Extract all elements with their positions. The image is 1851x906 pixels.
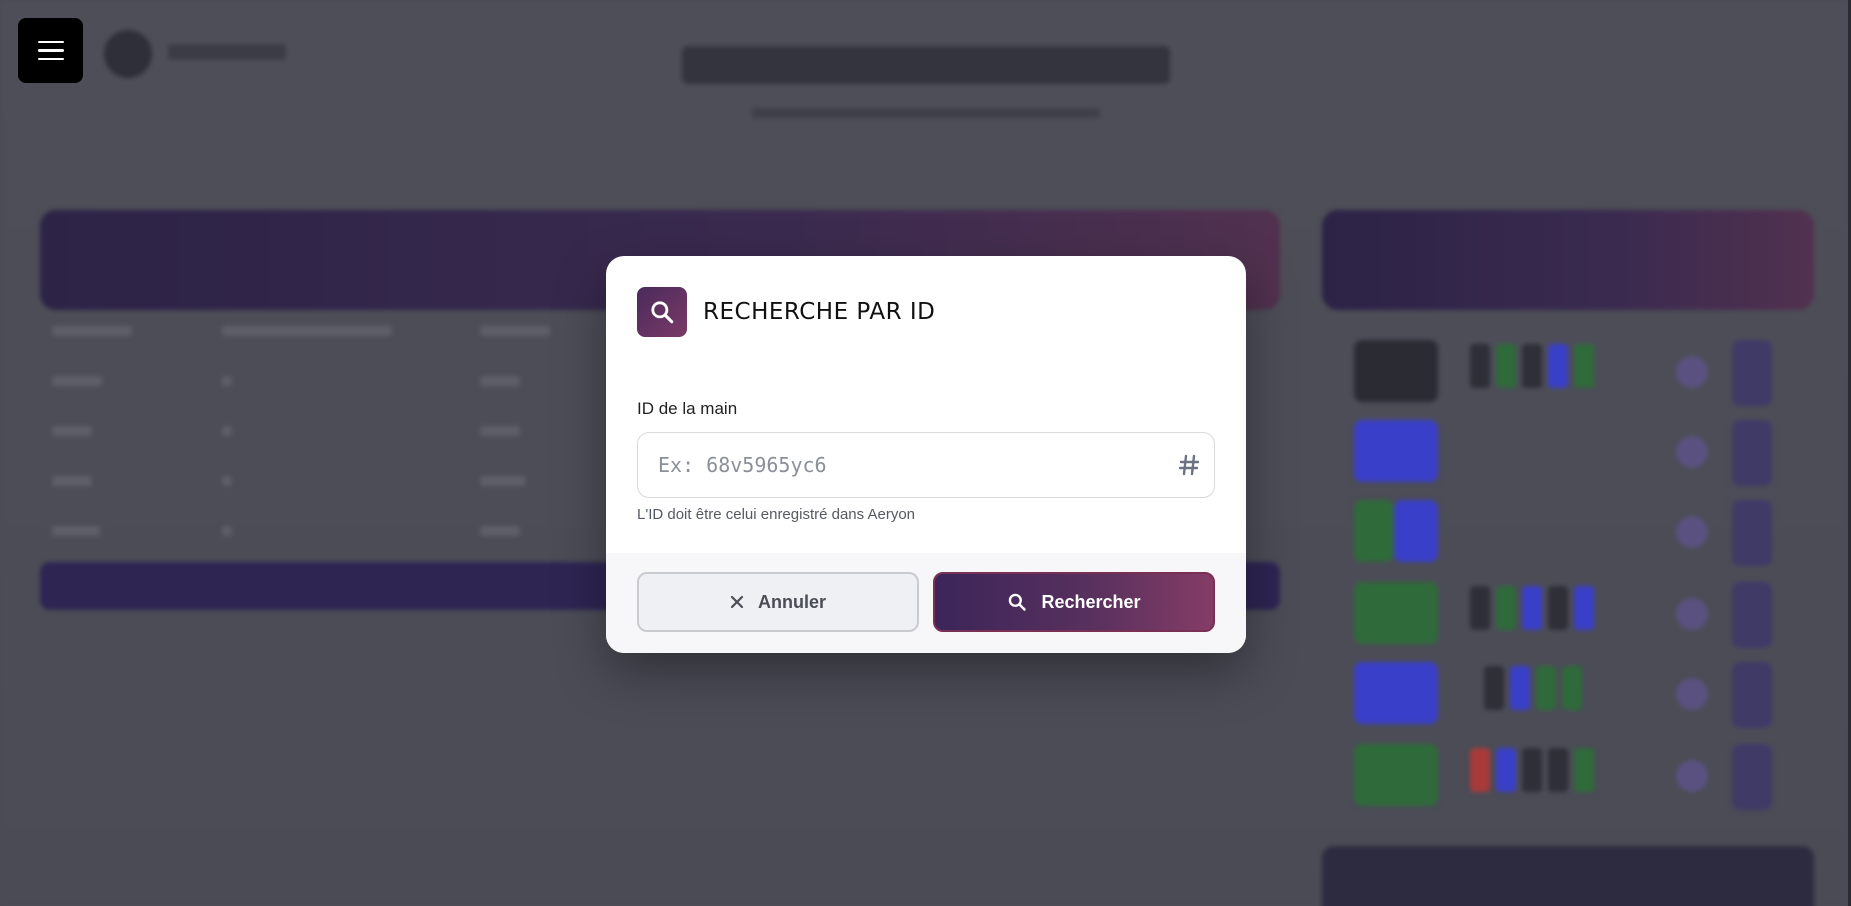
grid-row <box>1350 500 1780 566</box>
page-subtitle <box>752 108 1100 118</box>
grid-row <box>1350 340 1780 406</box>
modal-header: RECHERCHE PAR ID <box>637 287 1215 337</box>
modal-title: RECHERCHE PAR ID <box>703 299 936 325</box>
grid-row <box>1350 582 1780 648</box>
grid-row <box>1350 744 1780 810</box>
app-logo <box>104 30 152 78</box>
cancel-button-label: Annuler <box>757 591 826 612</box>
grid-row <box>1350 420 1780 486</box>
app-logo-text <box>168 44 286 60</box>
id-input-wrapper[interactable] <box>637 432 1215 498</box>
id-field-label: ID de la main <box>637 399 738 418</box>
search-button-label: Rechercher <box>1041 591 1141 612</box>
cancel-button[interactable]: Annuler <box>637 572 919 632</box>
modal-footer: Annuler Rechercher <box>606 553 1246 653</box>
hash-icon <box>1178 454 1200 476</box>
search-button[interactable]: Rechercher <box>933 572 1215 632</box>
bottom-card <box>1322 846 1814 906</box>
search-icon <box>637 287 687 337</box>
id-input[interactable] <box>638 433 1214 497</box>
hamburger-icon <box>37 40 64 44</box>
menu-button[interactable] <box>18 18 83 83</box>
side-card-header <box>1322 210 1814 310</box>
page-title <box>682 46 1170 84</box>
close-icon <box>730 595 744 609</box>
grid-row <box>1350 662 1780 728</box>
search-icon <box>1009 593 1027 611</box>
search-by-id-modal: RECHERCHE PAR ID ID de la main L'ID doit… <box>606 256 1246 653</box>
helper-text: L'ID doit être celui enregistré dans Aer… <box>637 506 916 523</box>
